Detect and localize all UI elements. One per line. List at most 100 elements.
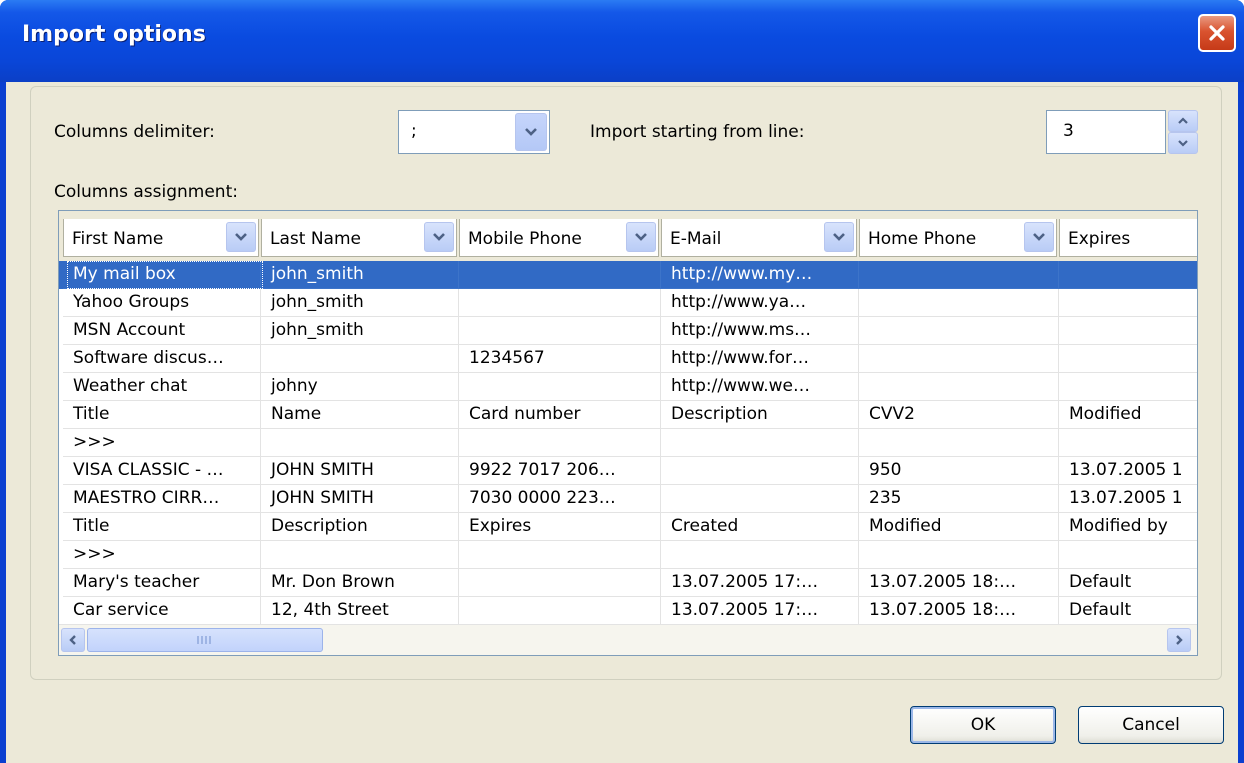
column-4-dropdown-button[interactable]: [1024, 222, 1054, 252]
column-2-dropdown-button[interactable]: [626, 222, 656, 252]
columns-assignment-grid[interactable]: First Name Last Name Mobile Phone E-Mail…: [58, 210, 1198, 656]
focus-rectangle: [67, 261, 263, 289]
table-cell: 13.07.2005 1: [1059, 457, 1197, 485]
table-cell: Weather chat: [63, 373, 261, 401]
table-cell: Car service: [63, 597, 261, 625]
table-cell: Default: [1059, 597, 1197, 625]
column-header-2[interactable]: Mobile Phone: [459, 219, 659, 257]
table-cell: [261, 541, 459, 569]
table-cell: Title: [63, 401, 261, 429]
column-1-dropdown-button[interactable]: [424, 222, 454, 252]
table-cell: john_smith: [261, 317, 459, 345]
table-row[interactable]: Yahoo Groups john_smith http://www.ya…: [59, 289, 1197, 317]
grip-icon: [197, 636, 211, 644]
close-icon: [1209, 25, 1225, 41]
start-line-input[interactable]: 3: [1046, 110, 1166, 154]
table-cell: Description: [261, 513, 459, 541]
table-cell: CVV2: [859, 401, 1059, 429]
table-cell: Yahoo Groups: [63, 289, 261, 317]
column-header-label: Home Phone: [868, 229, 977, 249]
scroll-left-button[interactable]: [61, 628, 85, 652]
table-cell: http://www.my…: [661, 261, 859, 289]
column-header-1[interactable]: Last Name: [261, 219, 457, 257]
table-cell: Mary's teacher: [63, 569, 261, 597]
column-0-dropdown-button[interactable]: [226, 222, 256, 252]
table-row[interactable]: MSN Account john_smith http://www.ms…: [59, 317, 1197, 345]
table-row[interactable]: My mail box john_smith http://www.my…: [59, 261, 1197, 289]
table-cell: [459, 261, 661, 289]
table-cell: MSN Account: [63, 317, 261, 345]
table-cell: [459, 597, 661, 625]
table-row[interactable]: VISA CLASSIC - … JOHN SMITH 9922 7017 206……: [59, 457, 1197, 485]
table-cell: 13.07.2005 17:…: [661, 569, 859, 597]
table-cell: Created: [661, 513, 859, 541]
table-cell: 13.07.2005 1: [1059, 485, 1197, 513]
table-row[interactable]: Title Description Expires Created Modified Mo…: [59, 513, 1197, 541]
table-cell: [859, 429, 1059, 457]
column-header-label: Last Name: [270, 229, 361, 249]
table-cell: 12, 4th Street: [261, 597, 459, 625]
column-header-label: First Name: [72, 229, 164, 249]
table-cell: 1234567: [459, 345, 661, 373]
table-cell: john_smith: [261, 261, 459, 289]
table-cell: [859, 261, 1059, 289]
table-cell: JOHN SMITH: [261, 457, 459, 485]
scrollbar-thumb[interactable]: [87, 628, 323, 652]
table-cell: http://www.ms…: [661, 317, 859, 345]
cancel-button[interactable]: Cancel: [1078, 706, 1224, 744]
column-header-3[interactable]: E-Mail: [661, 219, 857, 257]
table-cell: [1059, 261, 1197, 289]
close-button[interactable]: [1198, 14, 1236, 52]
spin-down-button[interactable]: [1168, 132, 1198, 154]
table-cell: Software discus…: [63, 345, 261, 373]
table-cell: [459, 429, 661, 457]
table-cell: [661, 457, 859, 485]
dialog-title: Import options: [22, 22, 206, 47]
table-row[interactable]: >>>: [59, 541, 1197, 569]
column-header-4[interactable]: Home Phone: [859, 219, 1057, 257]
table-row[interactable]: Mary's teacher Mr. Don Brown 13.07.2005 17…: [59, 569, 1197, 597]
ok-button[interactable]: OK: [910, 706, 1056, 744]
table-cell: [459, 569, 661, 597]
delimiter-dropdown-button[interactable]: [515, 113, 547, 151]
start-line-spinner: [1168, 110, 1198, 154]
column-header-label: Mobile Phone: [468, 229, 582, 249]
table-cell: Default: [1059, 569, 1197, 597]
table-row[interactable]: Software discus… 1234567 http://www.for…: [59, 345, 1197, 373]
table-cell: [1059, 289, 1197, 317]
table-cell: [859, 541, 1059, 569]
column-header-5[interactable]: Expires: [1059, 219, 1197, 257]
table-cell: [459, 541, 661, 569]
table-cell: [1059, 541, 1197, 569]
grid-header-row: First Name Last Name Mobile Phone E-Mail…: [59, 211, 1197, 261]
horizontal-scrollbar[interactable]: [59, 624, 1197, 655]
table-cell: [1059, 345, 1197, 373]
table-row[interactable]: Title Name Card number Description CVV2 Modif…: [59, 401, 1197, 429]
table-cell: [859, 289, 1059, 317]
table-row[interactable]: >>>: [59, 429, 1197, 457]
table-cell: Expires: [459, 513, 661, 541]
table-cell: [661, 485, 859, 513]
column-3-dropdown-button[interactable]: [824, 222, 854, 252]
table-cell: [459, 289, 661, 317]
table-cell: http://www.ya…: [661, 289, 859, 317]
table-cell: [661, 541, 859, 569]
table-row[interactable]: MAESTRO CIRR… JOHN SMITH 7030 0000 223… 235…: [59, 485, 1197, 513]
table-cell: Name: [261, 401, 459, 429]
table-cell: JOHN SMITH: [261, 485, 459, 513]
table-cell: [1059, 373, 1197, 401]
table-row[interactable]: Car service 12, 4th Street 13.07.2005 17:……: [59, 597, 1197, 625]
table-cell: [661, 429, 859, 457]
table-cell: [261, 429, 459, 457]
table-cell: http://www.for…: [661, 345, 859, 373]
column-header-0[interactable]: First Name: [63, 219, 259, 257]
title-bar[interactable]: Import options: [0, 0, 1244, 82]
chevron-down-icon: [635, 233, 647, 241]
table-row[interactable]: Weather chat johny http://www.we…: [59, 373, 1197, 401]
chevron-down-icon: [235, 233, 247, 241]
spin-up-button[interactable]: [1168, 110, 1198, 132]
delimiter-combobox[interactable]: ;: [398, 110, 550, 154]
table-cell: 13.07.2005 17:…: [661, 597, 859, 625]
spin-down-icon: [1178, 140, 1188, 147]
scroll-right-button[interactable]: [1167, 628, 1191, 652]
